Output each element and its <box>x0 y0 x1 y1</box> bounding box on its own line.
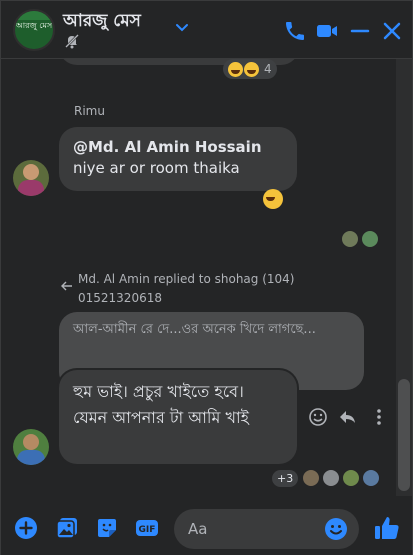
sticker-icon[interactable] <box>95 516 119 540</box>
message-list[interactable]: 4 Rimu @Md. Al Amin Hossain niye ar or r… <box>1 59 396 496</box>
message-bubble[interactable]: @Md. Al Amin Hossain niye ar or room tha… <box>59 127 297 191</box>
sender-name: Rimu <box>74 104 105 118</box>
video-camera-icon[interactable] <box>315 19 339 43</box>
phone-icon[interactable] <box>283 19 307 43</box>
message-bubble[interactable]: হুম ভাই। প্রচুর খাইতে হবে। যেমন আপনার টা… <box>59 370 297 464</box>
gif-icon[interactable]: GIF <box>135 516 159 540</box>
reaction-count: 4 <box>264 62 272 76</box>
message-text: niye ar or room thaika <box>73 159 240 177</box>
grinning-emoji-icon <box>244 61 259 77</box>
seen-indicators[interactable]: +3 <box>272 469 381 487</box>
seen-indicators <box>341 230 379 248</box>
reply-icon[interactable] <box>337 407 357 427</box>
bell-muted-icon <box>65 34 79 49</box>
thumbs-up-icon[interactable] <box>373 514 401 542</box>
seen-avatar <box>302 469 321 487</box>
image-icon[interactable] <box>55 516 79 540</box>
avatar[interactable] <box>13 429 49 465</box>
seen-avatar <box>362 469 381 487</box>
svg-text:GIF: GIF <box>139 525 156 535</box>
seen-extra-count: +3 <box>272 469 299 487</box>
plus-circle-icon[interactable] <box>14 516 38 540</box>
scrollbar-thumb[interactable] <box>398 379 410 491</box>
chat-header: আরজু মেস আরজু মেস <box>1 1 412 59</box>
laughing-emoji-icon[interactable] <box>263 189 283 209</box>
seen-avatar <box>341 230 359 248</box>
reply-arrow-icon <box>61 281 72 291</box>
group-avatar-text: আরজু মেস <box>15 21 53 30</box>
minimize-icon[interactable] <box>348 19 372 43</box>
emoji-icon[interactable] <box>324 517 348 541</box>
react-emoji-icon[interactable] <box>308 407 328 427</box>
seen-avatar <box>342 469 361 487</box>
chat-window: আরজু মেস আরজু মেস 4 Rimu @Md. Al Amin Ho… <box>0 0 413 555</box>
group-avatar[interactable]: আরজু মেস <box>13 9 55 51</box>
avatar[interactable] <box>13 160 49 196</box>
message-composer: GIF <box>1 496 412 555</box>
more-options-icon[interactable] <box>369 407 389 427</box>
reply-header: Md. Al Amin replied to shohag (104) 0152… <box>78 272 295 305</box>
laughing-emoji-icon <box>228 61 243 77</box>
chat-title[interactable]: আরজু মেস <box>63 8 141 36</box>
mention-text[interactable]: @Md. Al Amin Hossain <box>73 137 283 157</box>
seen-avatar <box>322 469 341 487</box>
close-icon[interactable] <box>380 19 404 43</box>
seen-avatar <box>361 230 379 248</box>
reaction-summary[interactable]: 4 <box>223 59 277 79</box>
chevron-down-icon[interactable] <box>175 23 189 33</box>
